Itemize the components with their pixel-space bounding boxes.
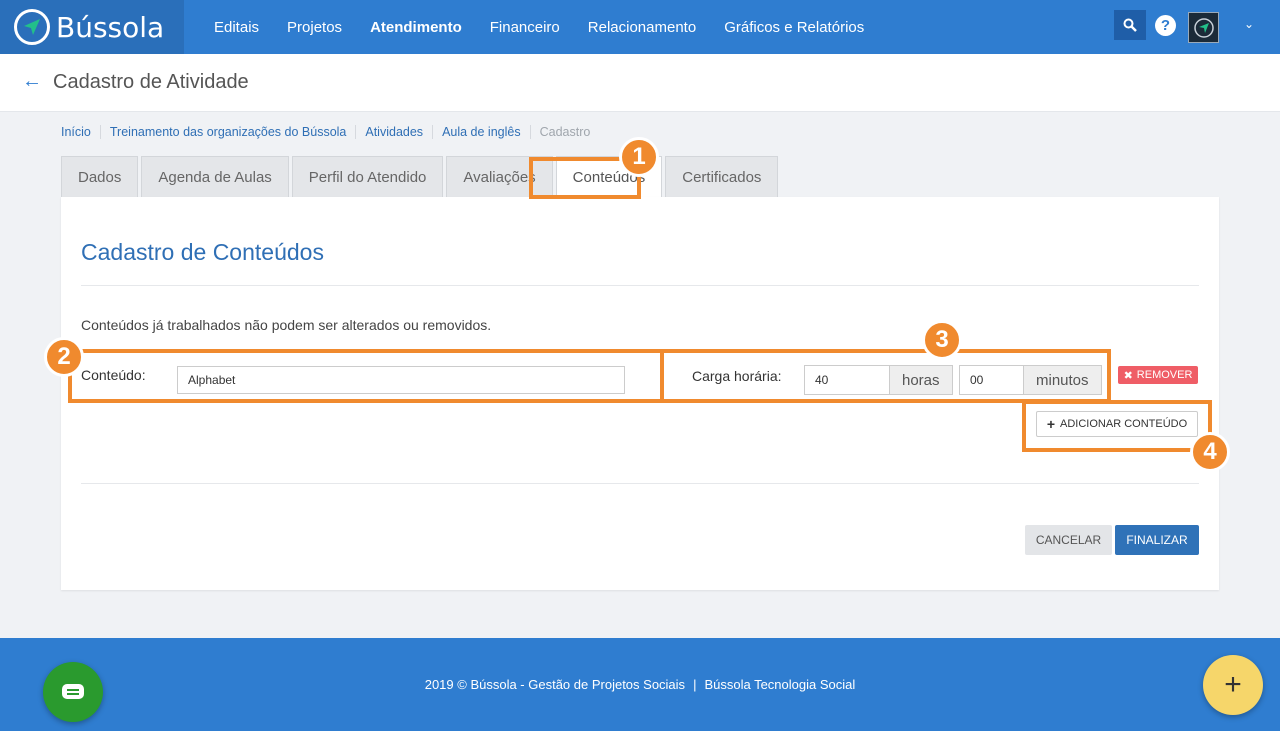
page-title: Cadastro de Atividade: [53, 71, 249, 93]
chat-button[interactable]: [43, 662, 103, 722]
footer-copyright: 2019 © Bússola - Gestão de Projetos Soci…: [424, 677, 686, 692]
nav-item-atendimento[interactable]: Atendimento: [370, 19, 462, 36]
annotation-box-3: [660, 349, 1111, 403]
breadcrumb-treinamento[interactable]: Treinamento das organizações do Bússola: [99, 125, 355, 139]
annotation-badge-3: 3: [922, 320, 962, 360]
chat-icon: [62, 684, 84, 699]
annotation-badge-1: 1: [619, 137, 659, 177]
plus-icon: +: [1224, 668, 1242, 701]
chevron-down-icon[interactable]: ⌄: [1244, 17, 1254, 31]
footer-company-link[interactable]: Bússola Tecnologia Social: [704, 677, 855, 692]
close-icon: ✖: [1123, 369, 1133, 382]
tab-bar: Dados Agenda de Aulas Perfil do Atendido…: [61, 156, 781, 197]
add-fab-button[interactable]: +: [1203, 655, 1263, 715]
page-header: ← Cadastro de Atividade: [0, 54, 1280, 112]
divider: [81, 483, 1199, 484]
nav-item-editais[interactable]: Editais: [214, 19, 259, 36]
brand-logo[interactable]: Bússola: [0, 0, 184, 54]
breadcrumb-atividades[interactable]: Atividades: [355, 125, 432, 139]
nav-item-financeiro[interactable]: Financeiro: [490, 19, 560, 36]
cancel-button[interactable]: CANCELAR: [1025, 525, 1112, 555]
notice-text: Conteúdos já trabalhados não podem ser a…: [81, 317, 492, 333]
top-navbar: Bússola Editais Projetos Atendimento Fin…: [0, 0, 1280, 54]
help-icon[interactable]: ?: [1155, 15, 1176, 36]
search-button[interactable]: [1114, 10, 1146, 40]
annotation-box-4: [1022, 400, 1212, 452]
nav-item-projetos[interactable]: Projetos: [287, 19, 342, 36]
tab-agenda-de-aulas[interactable]: Agenda de Aulas: [141, 156, 289, 197]
tab-certificados[interactable]: Certificados: [665, 156, 779, 197]
breadcrumb-aula-de-ingles[interactable]: Aula de inglês: [432, 125, 530, 139]
footer-text: 2019 © Bússola - Gestão de Projetos Soci…: [0, 677, 1280, 692]
nav-item-graficos-relatorios[interactable]: Gráficos e Relatórios: [724, 19, 864, 36]
tab-perfil-do-atendido[interactable]: Perfil do Atendido: [291, 156, 444, 197]
main-nav: Editais Projetos Atendimento Financeiro …: [200, 0, 878, 54]
footer-separator: |: [693, 677, 697, 692]
tab-dados[interactable]: Dados: [61, 156, 139, 197]
remove-label: REMOVER: [1136, 369, 1193, 381]
divider: [81, 285, 1199, 286]
annotation-box-2: [68, 349, 664, 403]
brand-name: Bússola: [56, 10, 165, 44]
avatar[interactable]: [1188, 12, 1219, 43]
breadcrumb-inicio[interactable]: Início: [61, 125, 100, 139]
annotation-badge-2: 2: [44, 337, 84, 377]
breadcrumb: Início Treinamento das organizações do B…: [61, 125, 599, 139]
breadcrumb-cadastro: Cadastro: [529, 125, 600, 139]
footer: 2019 © Bússola - Gestão de Projetos Soci…: [0, 638, 1280, 731]
form-title: Cadastro de Conteúdos: [81, 239, 324, 265]
annotation-badge-4: 4: [1190, 432, 1230, 472]
nav-item-relacionamento[interactable]: Relacionamento: [588, 19, 696, 36]
compass-logo-icon: [14, 9, 50, 45]
remove-button[interactable]: ✖ REMOVER: [1118, 366, 1198, 384]
back-arrow-icon[interactable]: ←: [22, 70, 42, 93]
search-icon: [1123, 18, 1137, 32]
finish-button[interactable]: FINALIZAR: [1115, 525, 1199, 555]
